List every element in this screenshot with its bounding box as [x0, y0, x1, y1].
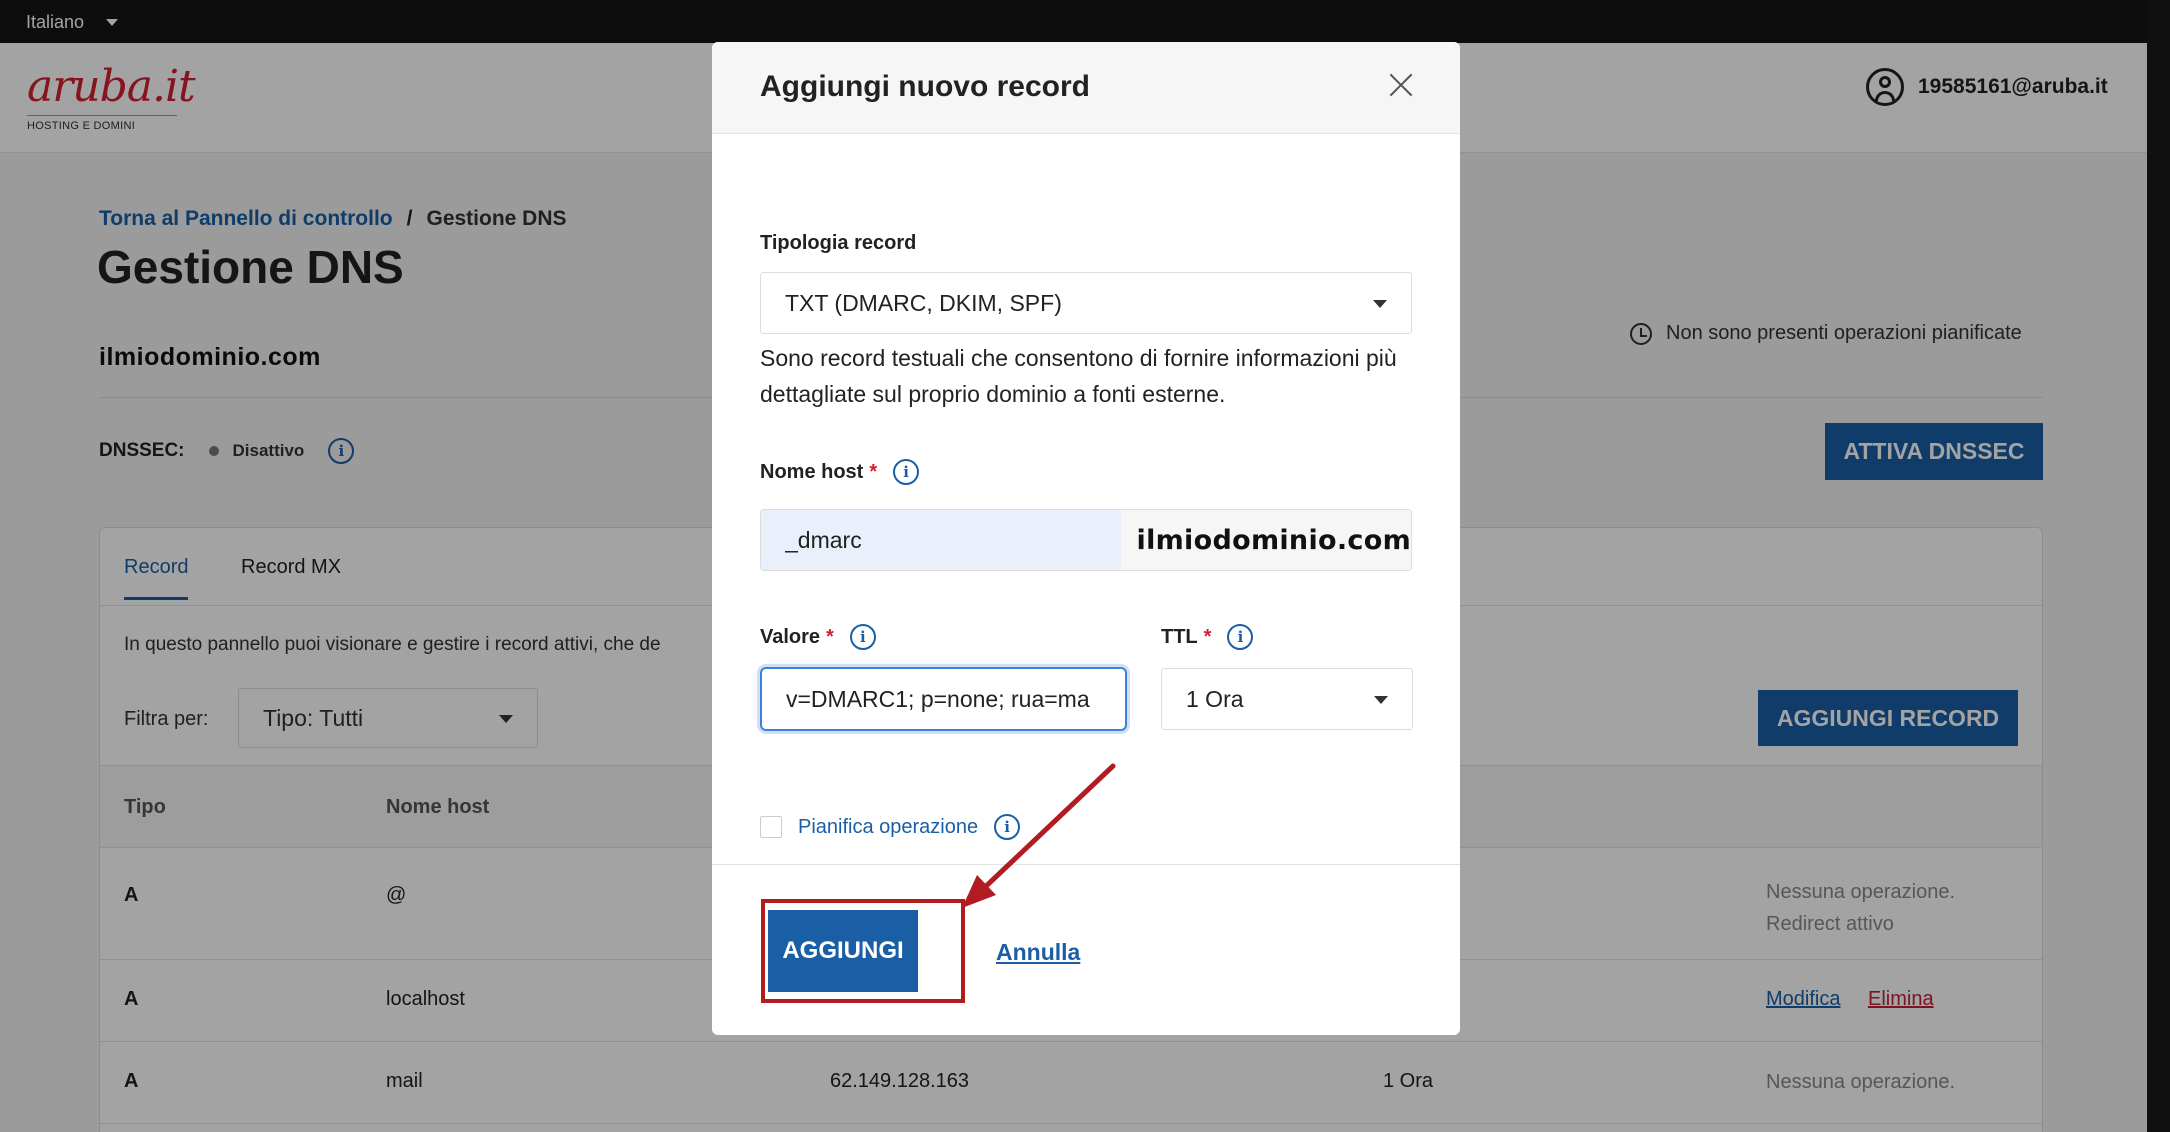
info-icon[interactable]: i [1227, 624, 1254, 650]
cancel-link[interactable]: Annulla [996, 939, 1080, 966]
add-record-dialog: Aggiungi nuovo record Tipologia record T… [712, 42, 1460, 1035]
record-type-select[interactable]: TXT (DMARC, DKIM, SPF) [760, 272, 1412, 334]
record-type-value: TXT (DMARC, DKIM, SPF) [785, 289, 1062, 316]
value-label-text: Valore [760, 625, 821, 648]
value-label: Valore * i [760, 624, 876, 650]
record-type-label: Tipologia record [760, 232, 916, 255]
required-mark: * [869, 460, 878, 483]
host-field-group: ilmiodominio.com [760, 509, 1412, 571]
chevron-down-icon [1373, 300, 1387, 308]
chevron-down-icon [1374, 696, 1388, 704]
ttl-label-text: TTL [1161, 625, 1198, 648]
required-mark: * [826, 625, 834, 648]
host-domain-suffix: ilmiodominio.com [1120, 510, 1411, 570]
record-type-label-text: Tipologia record [760, 232, 917, 254]
ttl-value: 1 Ora [1186, 685, 1244, 712]
schedule-option: Pianifica operazione i [760, 814, 1021, 840]
dialog-title: Aggiungi nuovo record [760, 70, 1090, 103]
ttl-label: TTL * i [1161, 624, 1254, 650]
value-input[interactable] [760, 667, 1127, 731]
record-type-description: Sono record testuali che consentono di f… [760, 345, 1397, 407]
required-mark: * [1203, 625, 1212, 648]
close-icon[interactable] [1386, 70, 1416, 100]
highlight-box [761, 899, 965, 1003]
info-icon[interactable]: i [994, 814, 1021, 840]
dialog-footer-divider [712, 864, 1460, 865]
schedule-label[interactable]: Pianifica operazione [798, 816, 978, 839]
host-label-text: Nome host [760, 460, 864, 483]
schedule-checkbox[interactable] [760, 816, 782, 838]
window-edge [2147, 0, 2170, 1132]
host-input[interactable] [761, 510, 1121, 570]
host-label: Nome host * i [760, 459, 920, 485]
ttl-select[interactable]: 1 Ora [1161, 668, 1413, 730]
info-icon[interactable]: i [849, 624, 876, 650]
info-icon[interactable]: i [893, 459, 920, 485]
dialog-header: Aggiungi nuovo record [712, 42, 1460, 134]
